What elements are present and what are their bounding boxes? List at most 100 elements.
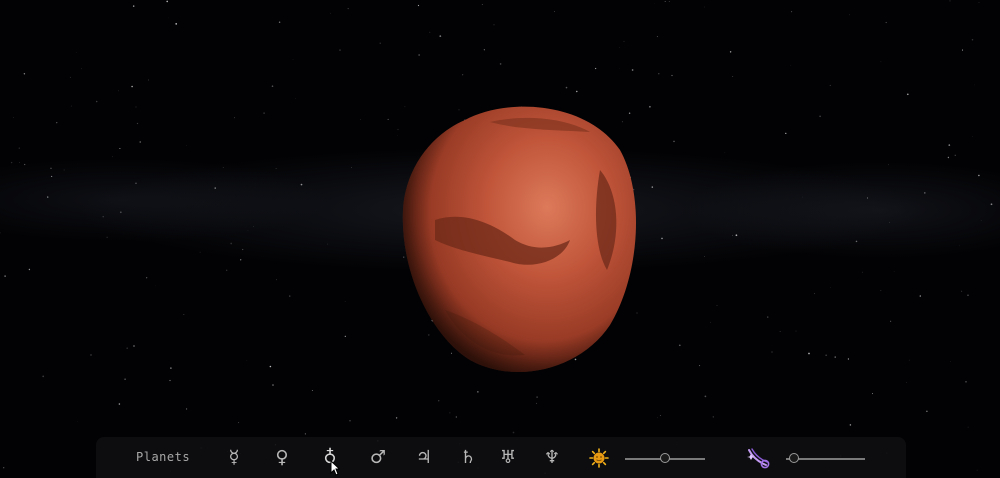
star <box>56 122 58 124</box>
star <box>124 378 126 381</box>
star <box>112 156 113 158</box>
star <box>10 161 13 164</box>
mars-globe <box>402 106 637 373</box>
star <box>861 271 863 273</box>
star <box>359 119 361 121</box>
star <box>716 305 718 306</box>
star <box>493 24 495 26</box>
star <box>965 380 967 383</box>
star <box>834 356 836 358</box>
star <box>226 269 228 271</box>
star <box>234 117 236 119</box>
comet-slider-thumb[interactable] <box>788 453 799 463</box>
star <box>70 105 72 107</box>
star <box>214 187 216 189</box>
star <box>102 215 104 218</box>
star <box>678 344 681 347</box>
jupiter-button[interactable]: ♃ <box>413 447 435 469</box>
star <box>885 21 887 24</box>
star <box>222 167 224 168</box>
star <box>732 234 733 236</box>
star <box>890 320 892 322</box>
star <box>699 365 701 367</box>
star <box>131 85 133 88</box>
star <box>146 277 148 279</box>
star <box>300 183 303 186</box>
star <box>63 169 65 171</box>
star <box>619 47 620 48</box>
star <box>170 367 172 369</box>
star <box>656 36 658 38</box>
star <box>119 211 122 214</box>
star <box>379 42 381 44</box>
star <box>867 197 868 199</box>
saturn-button[interactable]: ♄ <box>457 447 479 469</box>
star <box>126 347 128 350</box>
star <box>136 122 139 125</box>
star <box>311 389 313 392</box>
star <box>344 335 346 337</box>
star <box>947 156 950 159</box>
star <box>825 354 827 356</box>
star <box>785 132 787 135</box>
star <box>429 31 431 33</box>
star <box>253 226 254 227</box>
star <box>344 301 346 302</box>
star <box>767 316 769 318</box>
star <box>949 0 951 2</box>
neptune-button[interactable]: ♆ <box>541 447 563 469</box>
sun-slider-thumb[interactable] <box>660 453 670 463</box>
star <box>387 118 389 120</box>
star <box>732 76 734 77</box>
star <box>855 240 858 243</box>
star <box>658 73 660 75</box>
star <box>659 415 661 417</box>
star <box>166 0 168 3</box>
star <box>148 79 149 81</box>
uranus-button[interactable]: ♅ <box>497 447 519 469</box>
star <box>808 352 810 355</box>
star <box>536 402 538 404</box>
star <box>186 408 188 410</box>
comet-button[interactable] <box>746 446 770 470</box>
star <box>906 93 909 96</box>
star <box>978 174 980 177</box>
star <box>976 469 978 471</box>
star <box>106 236 108 238</box>
mercury-button[interactable]: ☿ <box>223 447 245 469</box>
star <box>971 38 974 41</box>
star <box>967 426 969 428</box>
star <box>272 384 274 386</box>
star <box>339 49 341 51</box>
star <box>565 86 568 89</box>
star <box>512 431 515 434</box>
star <box>664 0 666 3</box>
star <box>242 248 244 251</box>
star <box>417 4 420 7</box>
star <box>247 230 249 232</box>
star <box>594 67 597 70</box>
star <box>278 21 281 23</box>
sun-icon <box>589 448 609 468</box>
sun-slider[interactable] <box>625 453 705 463</box>
star <box>926 410 928 413</box>
star <box>779 330 781 332</box>
star <box>974 84 975 86</box>
star <box>623 40 625 42</box>
mars-button[interactable]: ♂ <box>367 447 389 469</box>
star <box>271 85 274 87</box>
star <box>908 359 910 361</box>
earth-button[interactable]: ♁ <box>319 447 341 469</box>
star <box>240 259 242 261</box>
star <box>119 148 121 149</box>
star <box>948 144 951 146</box>
star <box>880 61 882 63</box>
star <box>133 345 135 347</box>
star <box>887 164 889 166</box>
sun-button[interactable] <box>589 448 609 468</box>
star <box>704 6 705 8</box>
star <box>28 268 31 271</box>
comet-slider[interactable] <box>786 453 865 463</box>
mars-planet[interactable] <box>395 100 645 380</box>
venus-button[interactable]: ♀ <box>271 447 293 469</box>
